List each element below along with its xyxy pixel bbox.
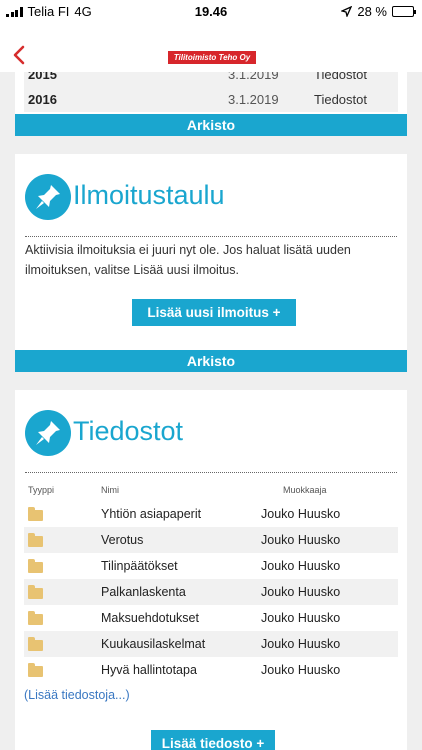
file-row[interactable]: Tilinpäätökset Jouko Huusko [24, 553, 398, 579]
row-date: 3.1.2019 [228, 72, 279, 82]
nav-bar: Tilitoimisto Teho Oy [0, 22, 422, 72]
archive-button[interactable]: Arkisto [15, 350, 407, 372]
table-row[interactable]: 2015 3.1.2019 Tiedostot [24, 72, 398, 87]
folder-icon [28, 559, 43, 573]
chevron-left-icon [13, 45, 25, 65]
row-year: 2016 [28, 92, 57, 107]
folder-icon [28, 663, 43, 677]
file-row[interactable]: Verotus Jouko Huusko [24, 527, 398, 553]
folder-icon [28, 585, 43, 599]
more-files-link[interactable]: (Lisää tiedostoja...) [24, 688, 130, 702]
section-title: Ilmoitustaulu [73, 180, 225, 210]
row-type: Tiedostot [314, 92, 367, 107]
company-logo: Tilitoimisto Teho Oy [168, 51, 256, 64]
file-modifier: Jouko Huusko [261, 637, 341, 651]
folder-icon [28, 637, 43, 651]
battery-percent: 28 % [357, 4, 387, 19]
file-row[interactable]: Yhtiön asiapaperit Jouko Huusko [24, 501, 398, 527]
column-header-modifier: Muokkaaja [283, 485, 327, 495]
battery-icon [392, 6, 416, 17]
file-name: Maksuehdotukset [101, 611, 199, 625]
file-name: Palkanlaskenta [101, 585, 186, 599]
file-row[interactable]: Kuukausilaskelmat Jouko Huusko [24, 631, 398, 657]
row-year: 2015 [28, 72, 57, 82]
file-modifier: Jouko Huusko [261, 507, 341, 521]
file-name: Yhtiön asiapaperit [101, 507, 202, 521]
status-bar: Telia FI 4G 19.46 28 % [0, 0, 422, 22]
row-date: 3.1.2019 [228, 92, 279, 107]
bulletin-card: Ilmoitustaulu Aktiivisia ilmoituksia ei … [15, 154, 407, 372]
column-header-type: Tyyppi [28, 485, 55, 495]
file-modifier: Jouko Huusko [261, 585, 341, 599]
file-row[interactable]: Maksuehdotukset Jouko Huusko [24, 605, 398, 631]
add-file-button[interactable]: Lisää tiedosto + [151, 730, 275, 750]
file-name: Kuukausilaskelmat [101, 637, 206, 651]
add-notice-button[interactable]: Lisää uusi ilmoitus + [132, 299, 296, 326]
row-type: Tiedostot [314, 72, 367, 82]
column-header-name: Nimi [101, 485, 119, 495]
back-button[interactable] [10, 44, 32, 66]
table-row[interactable]: 2016 3.1.2019 Tiedostot [24, 87, 398, 112]
archive-button[interactable]: Arkisto [15, 114, 407, 136]
file-modifier: Jouko Huusko [261, 533, 341, 547]
file-row[interactable]: Hyvä hallintotapa Jouko Huusko [24, 657, 398, 683]
file-name: Verotus [101, 533, 144, 547]
folder-icon [28, 507, 43, 521]
file-modifier: Jouko Huusko [261, 611, 341, 625]
folder-icon [28, 533, 43, 547]
file-modifier: Jouko Huusko [261, 559, 341, 573]
file-modifier: Jouko Huusko [261, 663, 341, 677]
divider [25, 236, 397, 237]
section-title: Tiedostot [73, 416, 184, 446]
folder-icon [28, 611, 43, 625]
location-arrow-icon [341, 6, 353, 17]
content-scroll[interactable]: 2015 3.1.2019 Tiedostot 2016 3.1.2019 Ti… [0, 72, 422, 750]
divider [25, 472, 397, 473]
pushpin-icon [25, 410, 71, 456]
file-row[interactable]: Palkanlaskenta Jouko Huusko [24, 579, 398, 605]
pushpin-icon [25, 174, 71, 220]
bulletin-message: Aktiivisia ilmoituksia ei juuri nyt ole.… [25, 243, 351, 277]
file-name: Hyvä hallintotapa [101, 663, 197, 677]
file-name: Tilinpäätökset [101, 559, 178, 573]
